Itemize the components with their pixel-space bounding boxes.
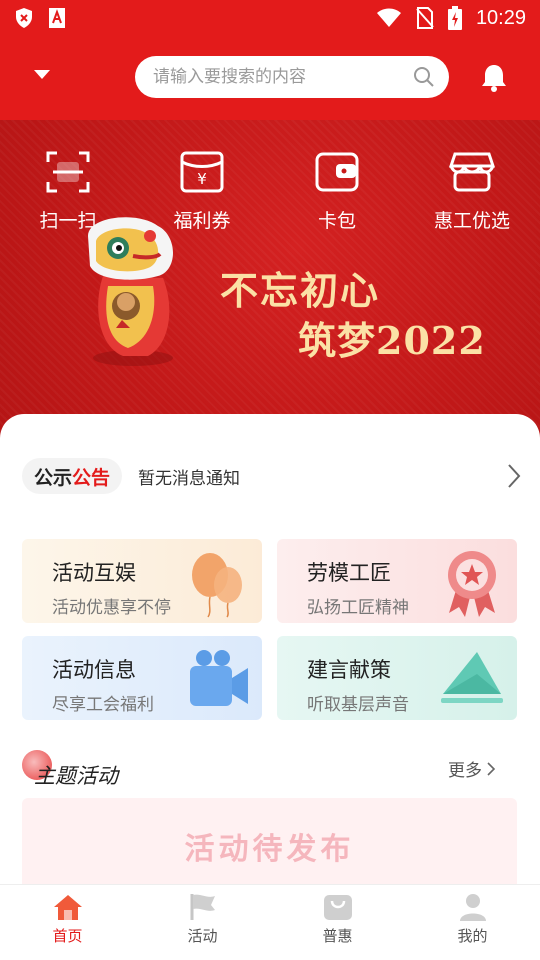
card-title: 活动互娱	[52, 561, 136, 585]
envelope-icon	[441, 652, 503, 703]
svg-text:¥: ¥	[197, 170, 207, 188]
chevron-right-icon	[487, 761, 496, 776]
quick-entry-shop[interactable]: 惠工优选	[422, 150, 522, 233]
header	[0, 36, 540, 120]
card-subtitle: 尽享工会福利	[52, 695, 154, 715]
medal-icon	[448, 551, 496, 617]
bell-icon[interactable]	[478, 62, 510, 94]
status-bar: 10:29	[0, 0, 540, 36]
card-suggestions[interactable]: 建言献策 听取基层声音	[277, 636, 517, 720]
video-camera-icon	[190, 650, 248, 706]
card-subtitle: 活动优惠享不停	[52, 598, 171, 618]
card-activity-entertainment[interactable]: 活动互娱 活动优惠享不停	[22, 539, 262, 623]
banner[interactable]: 扫一扫 ¥ 福利券 卡包 惠工优选 不忘初心 筑梦2022	[0, 120, 540, 440]
user-icon	[459, 894, 486, 921]
wallet-icon	[315, 152, 359, 192]
card-subtitle: 听取基层声音	[307, 695, 409, 715]
notice-badge: 公示 公告	[22, 458, 123, 494]
shield-x-icon	[16, 8, 32, 28]
notice-badge-part1: 公示	[34, 466, 73, 489]
tab-benefits[interactable]: 普惠	[270, 885, 405, 960]
card-activity-info[interactable]: 活动信息 尽享工会福利	[22, 636, 262, 720]
balloon-icon	[192, 553, 242, 618]
chevron-down-icon[interactable]	[34, 70, 50, 79]
quick-label: 惠工优选	[433, 210, 510, 232]
pending-activity-placeholder: 活动待发布	[22, 798, 517, 894]
home-icon	[53, 895, 82, 920]
notice-badge-part2: 公告	[72, 466, 111, 489]
quick-entry-wallet[interactable]: 卡包	[287, 150, 387, 233]
flag-icon	[190, 894, 215, 920]
tab-label: 首页	[52, 927, 83, 945]
tab-label: 普惠	[322, 927, 353, 945]
app-a-icon	[49, 8, 65, 28]
main-content: 公示 公告 暂无消息通知 活动互娱 活动优惠享不停 劳模工匠 弘扬工匠精神 活动信…	[0, 414, 540, 894]
shopping-bag-icon	[323, 895, 352, 920]
search-icon[interactable]	[413, 66, 435, 88]
quick-label: 卡包	[317, 210, 356, 232]
search-input[interactable]	[151, 66, 413, 88]
card-title: 活动信息	[52, 658, 136, 682]
wifi-icon	[376, 8, 401, 27]
more-link[interactable]: 更多	[448, 756, 496, 781]
banner-slogan-line1: 不忘初心	[220, 268, 381, 313]
scan-icon	[46, 151, 90, 193]
tab-label: 活动	[187, 927, 218, 945]
tab-activity[interactable]: 活动	[135, 885, 270, 960]
banner-slogan-line2: 筑梦2022	[298, 318, 486, 363]
tab-home[interactable]: 首页	[0, 885, 135, 960]
tab-profile[interactable]: 我的	[405, 885, 540, 960]
notice-text: 暂无消息通知	[138, 468, 241, 489]
shop-icon	[448, 152, 496, 192]
search-bar[interactable]	[135, 56, 449, 98]
notice-bar[interactable]: 公示 公告 暂无消息通知	[22, 456, 522, 496]
tab-label: 我的	[457, 927, 488, 945]
card-title: 建言献策	[307, 658, 391, 682]
chevron-right-icon[interactable]	[506, 463, 522, 489]
bottom-tab-bar: 首页 活动 普惠 我的	[0, 884, 540, 960]
clock: 10:29	[475, 6, 526, 29]
lion-dance-illustration	[88, 217, 173, 366]
card-title: 劳模工匠	[307, 561, 391, 585]
pending-text: 活动待发布	[184, 832, 355, 867]
more-label: 更多	[448, 761, 482, 781]
coupon-icon: ¥	[180, 151, 224, 193]
card-model-worker[interactable]: 劳模工匠 弘扬工匠精神	[277, 539, 517, 623]
card-subtitle: 弘扬工匠精神	[307, 598, 409, 618]
battery-charging-icon	[447, 6, 462, 30]
section-title: 主题活动	[34, 764, 118, 788]
no-sim-icon	[416, 7, 434, 29]
